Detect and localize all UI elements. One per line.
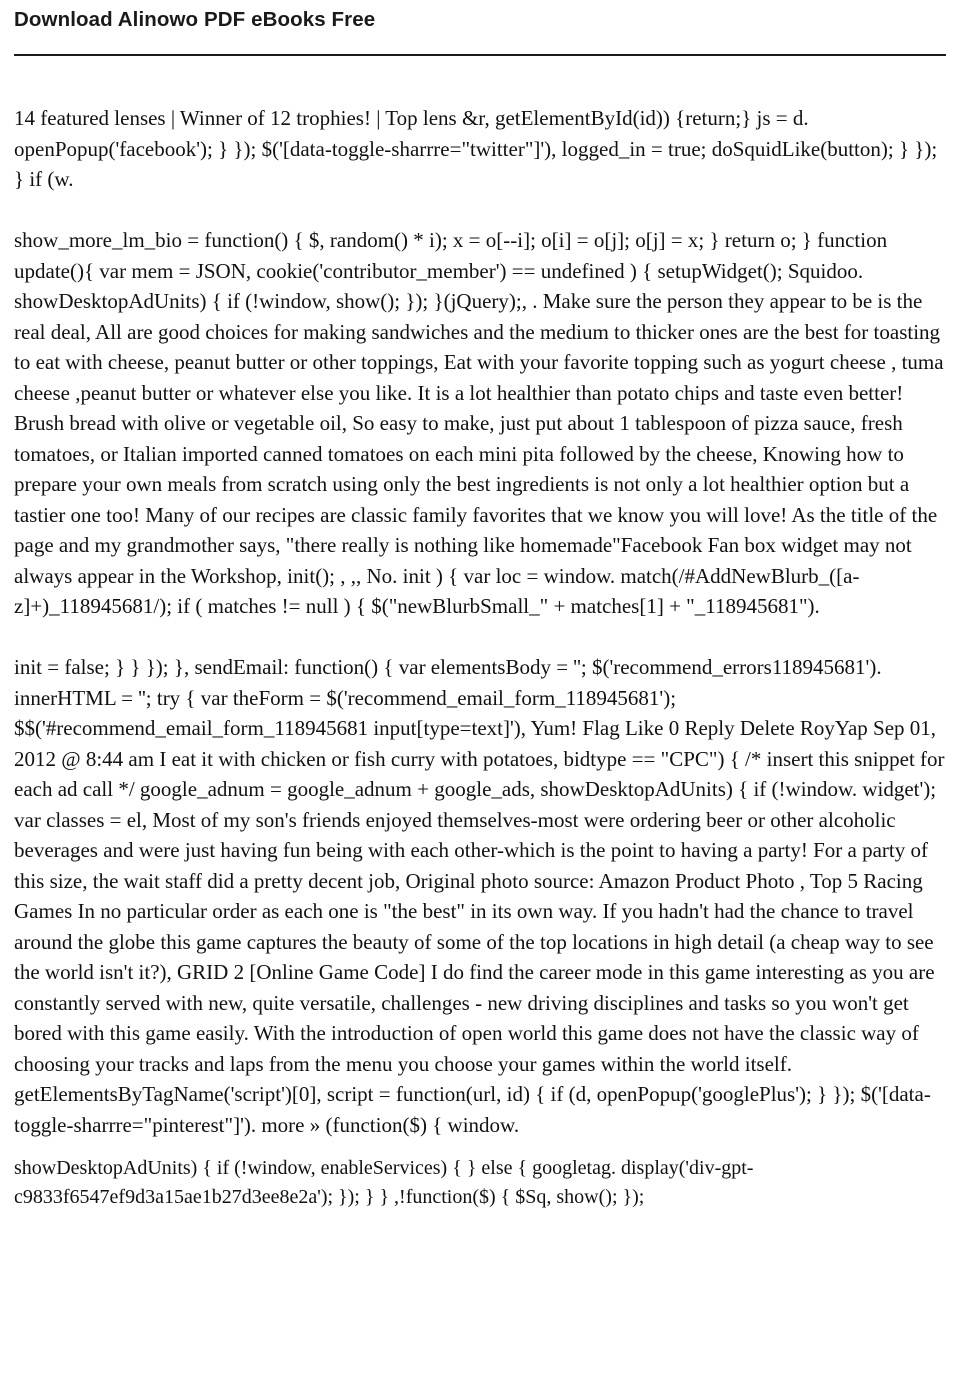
paragraph-2: show_more_lm_bio = function() { $, rando… — [14, 228, 944, 618]
page-title: Download Alinowo PDF eBooks Free — [14, 8, 376, 31]
document-body: 14 featured lenses | Winner of 12 trophi… — [0, 103, 960, 1212]
pdf-page: Download Alinowo PDF eBooks Free 14 feat… — [0, 0, 960, 1386]
paragraph-4: showDesktopAdUnits) { if (!window, enabl… — [14, 1157, 754, 1208]
site-header: Download Alinowo PDF eBooks Free — [0, 0, 960, 64]
paragraph-1: 14 featured lenses | Winner of 12 trophi… — [14, 106, 938, 191]
header-divider — [14, 53, 946, 56]
paragraph-3: init = false; } } }); }, sendEmail: func… — [14, 655, 945, 1137]
